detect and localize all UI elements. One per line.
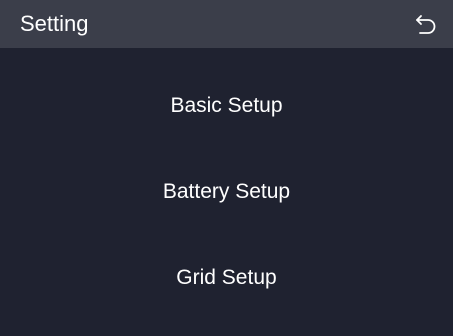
header-bar: Setting — [0, 0, 453, 48]
menu-item-battery-setup[interactable]: Battery Setup — [0, 164, 453, 220]
menu-item-grid-setup[interactable]: Grid Setup — [0, 250, 453, 306]
page-title: Setting — [20, 11, 89, 36]
back-arrow-icon — [416, 15, 436, 34]
settings-screen: Setting Basic Setup Battery Setup Grid S… — [0, 0, 453, 336]
menu-item-label: Battery Setup — [162, 180, 291, 203]
menu-item-label: Basic Setup — [170, 94, 283, 117]
settings-menu: Basic Setup Battery Setup Grid Setup — [0, 48, 453, 336]
menu-item-basic-setup[interactable]: Basic Setup — [0, 78, 453, 134]
menu-item-label: Grid Setup — [176, 266, 277, 289]
back-button[interactable] — [411, 9, 441, 39]
